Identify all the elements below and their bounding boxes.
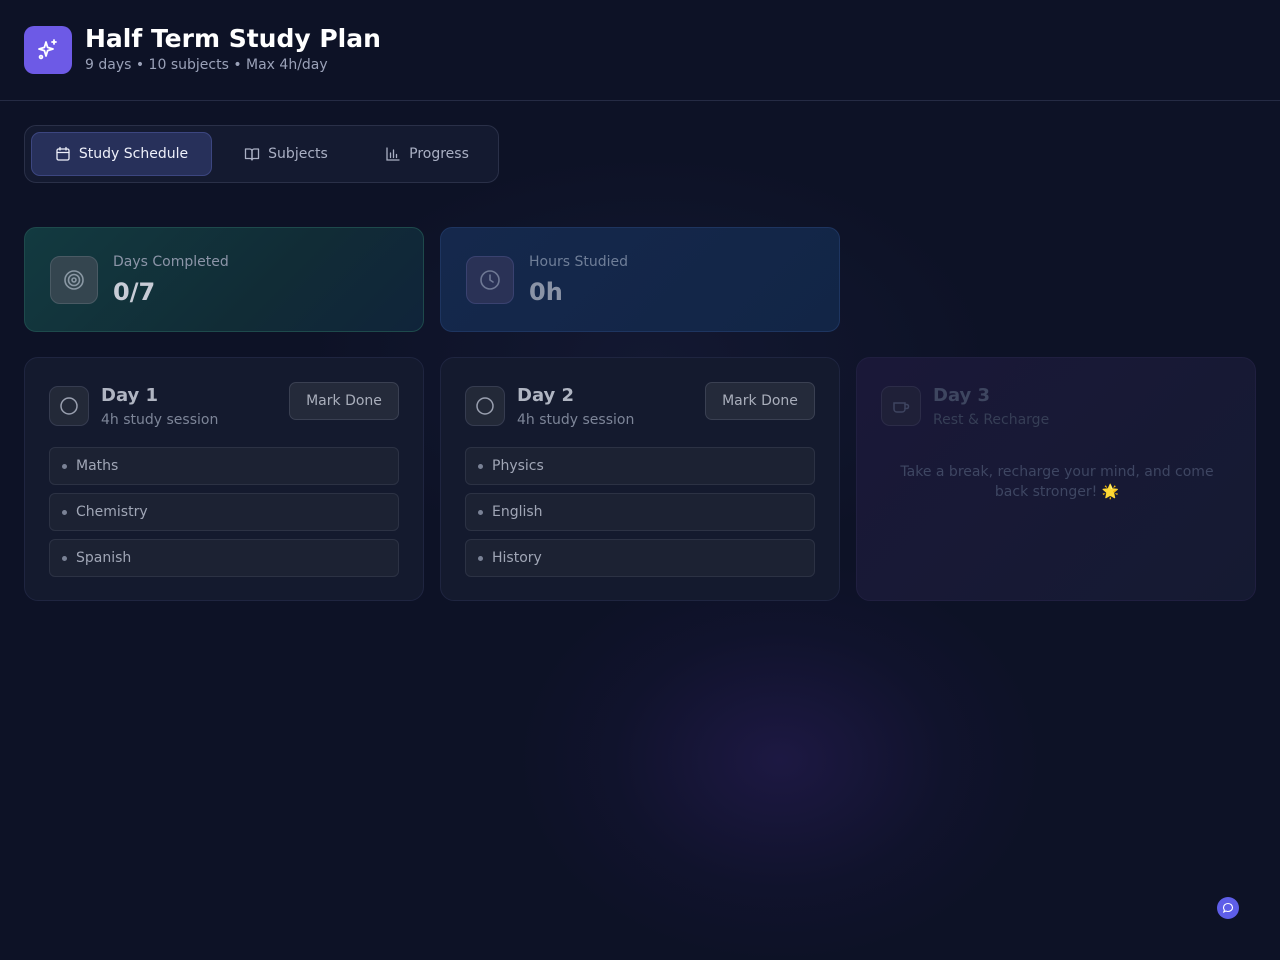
bullet-icon [478, 463, 483, 469]
stat-card-hours-studied: Hours Studied 0h [440, 227, 840, 332]
tab-progress[interactable]: Progress [371, 132, 483, 176]
day-card-2: Day 2 4h study session Mark Done Physics… [440, 357, 840, 601]
stat-label: Days Completed [113, 254, 229, 270]
tab-subjects[interactable]: Subjects [231, 132, 341, 176]
tab-label: Progress [409, 146, 469, 162]
list-item: History [465, 539, 815, 577]
stat-icon-wrapper [50, 256, 98, 304]
list-item: English [465, 493, 815, 531]
bullet-icon [478, 509, 483, 515]
target-icon [64, 270, 84, 290]
list-item: Chemistry [49, 493, 399, 531]
bar-chart-icon [386, 147, 400, 161]
stat-icon-wrapper [466, 256, 514, 304]
subject-label: Chemistry [76, 504, 148, 520]
day-complete-toggle[interactable] [49, 386, 89, 426]
chat-bubble-icon [1222, 902, 1234, 914]
bullet-icon [62, 463, 67, 469]
app-logo [24, 26, 72, 74]
bullet-icon [62, 509, 67, 515]
stat-card-days-completed: Days Completed 0/7 [24, 227, 424, 332]
day-subtitle: Rest & Recharge [933, 412, 1050, 428]
day-complete-toggle[interactable] [465, 386, 505, 426]
rest-day-icon-wrapper [881, 386, 921, 426]
subject-label: English [492, 504, 543, 520]
list-item: Spanish [49, 539, 399, 577]
subject-label: Spanish [76, 550, 132, 566]
tab-study-schedule[interactable]: Study Schedule [31, 132, 212, 176]
day-card-3-rest: Day 3 Rest & Recharge Take a break, rech… [856, 357, 1256, 601]
subject-label: Maths [76, 458, 119, 474]
page-title: Half Term Study Plan [85, 24, 381, 53]
list-item: Maths [49, 447, 399, 485]
tab-label: Subjects [268, 146, 328, 162]
coffee-icon [893, 402, 910, 413]
calendar-icon [56, 146, 70, 161]
circle-icon [60, 397, 78, 415]
mark-done-button[interactable]: Mark Done [289, 382, 399, 420]
subject-label: History [492, 550, 542, 566]
day-subtitle: 4h study session [517, 412, 635, 428]
stat-value: 0/7 [113, 278, 156, 306]
stat-label: Hours Studied [529, 254, 628, 270]
day-title: Day 2 [517, 385, 575, 406]
day-subtitle: 4h study session [101, 412, 219, 428]
tab-label: Study Schedule [78, 146, 189, 162]
day-title: Day 1 [101, 385, 159, 406]
clock-icon [480, 270, 500, 290]
chat-button[interactable] [1217, 897, 1239, 919]
rest-message: Take a break, recharge your mind, and co… [900, 464, 1214, 500]
sparkles-icon [38, 39, 57, 60]
bullet-icon [62, 555, 67, 561]
day-card-1: Day 1 4h study session Mark Done Maths C… [24, 357, 424, 601]
stat-value: 0h [529, 278, 563, 306]
bullet-icon [478, 555, 483, 561]
tab-bar: Study Schedule Subjects Progress [24, 125, 499, 183]
subject-label: Physics [492, 458, 544, 474]
list-item: Physics [465, 447, 815, 485]
book-open-icon [245, 148, 260, 161]
circle-icon [476, 397, 494, 415]
mark-done-button[interactable]: Mark Done [705, 382, 815, 420]
day-title: Day 3 [933, 385, 991, 406]
app-header: Half Term Study Plan 9 days • 10 subject… [0, 0, 1280, 101]
page-subtitle: 9 days • 10 subjects • Max 4h/day [85, 57, 328, 73]
